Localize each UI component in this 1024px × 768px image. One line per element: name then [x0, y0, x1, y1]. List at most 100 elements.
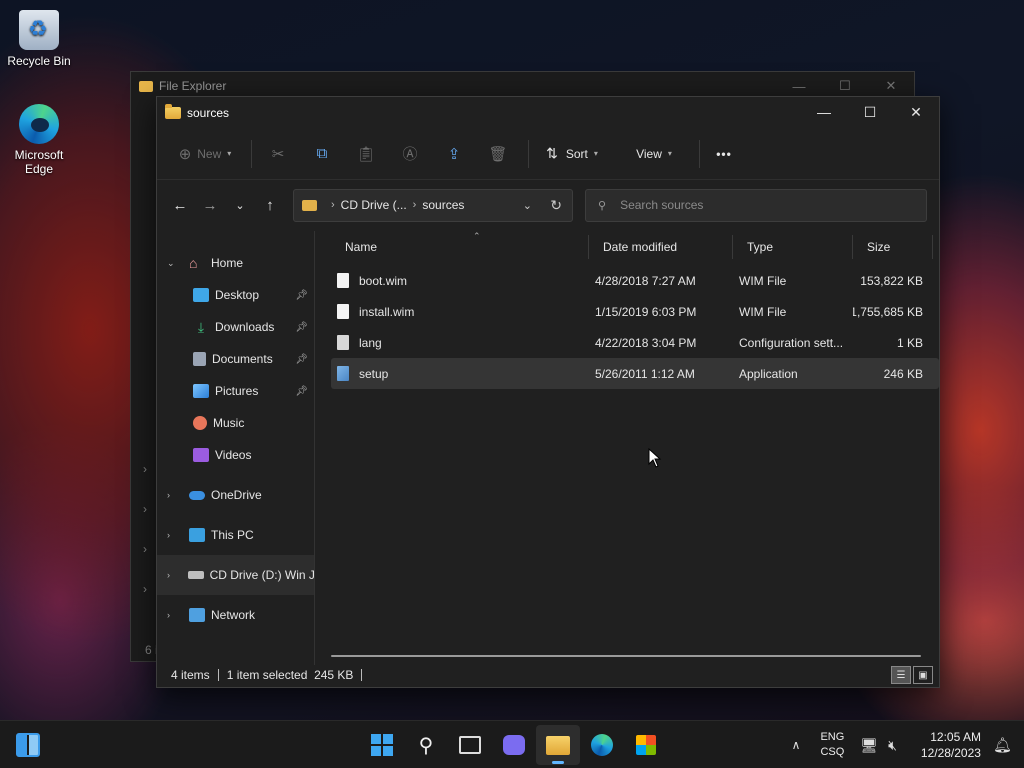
taskbar-search-button[interactable]: ⚲	[404, 725, 448, 765]
tiles-view-button[interactable]: ▣	[913, 666, 933, 684]
desktop-icon-recycle-bin[interactable]: Recycle Bin	[4, 10, 74, 68]
breadcrumb-cd-drive[interactable]: CD Drive (...	[341, 198, 407, 212]
document-icon	[193, 352, 206, 366]
nav-item-desktop[interactable]: Desktop 📌︎	[157, 279, 314, 311]
file-explorer-window[interactable]: sources — ☐ ✕ ⊕ New ▾ ✂ ⧉ 📋︎ Ⓐ ⇪ 🗑︎ ⇅ So…	[156, 96, 940, 688]
file-explorer-taskbar-button[interactable]	[536, 725, 580, 765]
address-bar[interactable]: › CD Drive (... › sources ⌄ ↻	[293, 188, 573, 222]
back-button[interactable]: ←	[165, 190, 195, 220]
column-header-date-modified[interactable]: Date modified	[589, 231, 733, 263]
item-count: 4 items	[171, 668, 210, 682]
up-button[interactable]: ↑	[255, 190, 285, 220]
column-label: Name	[345, 240, 378, 254]
delete-button[interactable]: 🗑︎	[478, 138, 518, 170]
chevron-right-icon[interactable]: ›	[167, 490, 183, 500]
file-name: lang	[359, 335, 382, 350]
forward-button[interactable]: →	[195, 190, 225, 220]
copy-button[interactable]: ⧉	[302, 138, 342, 170]
file-row-install-wim[interactable]: install.wim 1/15/2019 6:03 PM WIM File 1…	[331, 296, 939, 327]
trash-icon: 🗑︎	[488, 145, 508, 163]
chevron-right-icon[interactable]: ›	[167, 610, 183, 620]
nav-item-downloads[interactable]: ⤓ Downloads 📌︎	[157, 311, 314, 343]
search-box[interactable]: ⚲	[585, 188, 927, 222]
chevron-down-icon: ⌄	[235, 199, 245, 212]
pin-icon: 📌︎	[295, 385, 308, 397]
nav-item-network[interactable]: › Network	[157, 595, 314, 635]
nav-item-documents[interactable]: Documents 📌︎	[157, 343, 314, 375]
column-header-size[interactable]: Size	[853, 231, 933, 263]
share-button[interactable]: ⇪	[434, 138, 474, 170]
nav-item-music[interactable]: Music	[157, 407, 314, 439]
column-header-type[interactable]: Type	[733, 231, 853, 263]
search-input[interactable]	[620, 198, 911, 212]
file-row-lang[interactable]: lang 4/22/2018 3:04 PM Configuration set…	[331, 327, 939, 358]
nav-item-pictures[interactable]: Pictures 📌︎	[157, 375, 314, 407]
file-date: 4/22/2018 3:04 PM	[595, 335, 697, 350]
close-button[interactable]: ✕	[893, 97, 939, 127]
nav-item-label: Music	[213, 416, 245, 430]
download-icon: ⤓	[197, 319, 205, 335]
pictures-icon	[193, 384, 209, 398]
status-divider	[361, 669, 363, 681]
nav-item-videos[interactable]: Videos	[157, 439, 314, 471]
sort-button[interactable]: ⇅ Sort ▾	[535, 138, 609, 170]
notification-icon[interactable]: 🔔︎	[993, 736, 1012, 754]
chevron-down-icon[interactable]: ⌄	[167, 258, 183, 269]
breadcrumb-sources[interactable]: sources	[422, 198, 464, 212]
store-taskbar-button[interactable]	[624, 725, 668, 765]
nav-item-label: Pictures	[215, 384, 259, 398]
task-view-button[interactable]	[448, 725, 492, 765]
new-button[interactable]: ⊕ New ▾	[169, 138, 241, 170]
recent-locations-button[interactable]: ⌄	[225, 190, 255, 220]
chat-button[interactable]	[492, 725, 536, 765]
file-row-boot-wim[interactable]: boot.wim 4/28/2018 7:27 AM WIM File 153,…	[331, 265, 939, 296]
nav-item-label: Downloads	[215, 320, 275, 334]
music-icon	[193, 416, 207, 430]
window-titlebar[interactable]: sources — ☐ ✕	[157, 97, 939, 128]
details-view-button[interactable]: ☰	[891, 666, 911, 684]
store-icon	[636, 735, 656, 755]
paste-button[interactable]: 📋︎	[346, 138, 386, 170]
cut-button[interactable]: ✂	[258, 138, 298, 170]
toolbar-divider	[528, 139, 529, 168]
rename-button[interactable]: Ⓐ	[390, 138, 430, 170]
network-icon[interactable]: 🖥︎	[860, 737, 878, 754]
command-bar: ⊕ New ▾ ✂ ⧉ 📋︎ Ⓐ ⇪ 🗑︎ ⇅ Sort ▾ View ▾ ••…	[157, 128, 939, 180]
more-options-button[interactable]: •••	[706, 138, 742, 170]
start-button[interactable]	[360, 725, 404, 765]
edge-taskbar-button[interactable]	[580, 725, 624, 765]
video-icon	[193, 448, 209, 462]
minimize-button[interactable]: —	[801, 97, 847, 127]
computer-icon	[189, 528, 205, 542]
chevron-down-icon[interactable]: ⌄	[523, 199, 532, 212]
arrow-right-icon: →	[202, 196, 218, 214]
horizontal-scrollbar[interactable]	[331, 655, 921, 657]
nav-item-home[interactable]: ⌄ ⌂ Home	[157, 247, 314, 279]
status-divider	[217, 669, 219, 681]
volume-muted-icon[interactable]: 🔇︎	[888, 737, 897, 754]
widgets-icon[interactable]	[16, 733, 40, 757]
column-label: Size	[867, 240, 891, 254]
view-button[interactable]: View ▾	[619, 138, 689, 170]
maximize-button[interactable]: ☐	[847, 97, 893, 127]
chevron-right-icon[interactable]: ›	[167, 530, 183, 540]
nav-item-this-pc[interactable]: › This PC	[157, 515, 314, 555]
edge-icon	[591, 734, 613, 756]
show-hidden-icons-button[interactable]: ∧	[792, 738, 801, 752]
input-language-indicator[interactable]: ENG CSQ	[820, 730, 844, 760]
file-row-setup[interactable]: setup 5/26/2011 1:12 AM Application 246 …	[331, 358, 939, 389]
scissors-icon: ✂	[271, 145, 285, 163]
refresh-icon[interactable]: ↻	[550, 197, 562, 214]
nav-item-cd-drive[interactable]: › CD Drive (D:) Win JG	[157, 555, 314, 595]
desktop-icon-microsoft-edge[interactable]: Microsoft Edge	[4, 104, 74, 176]
column-header-name[interactable]: Name	[331, 231, 589, 263]
clock-date: 12/28/2023	[920, 746, 981, 760]
folder-icon	[139, 80, 153, 92]
file-type: Application	[739, 366, 798, 381]
chevron-right-icon[interactable]: ›	[167, 570, 182, 580]
file-name: boot.wim	[359, 273, 408, 288]
nav-item-label: Videos	[215, 448, 252, 462]
clock[interactable]: 12:05 AM 12/28/2023	[921, 729, 981, 761]
chevron-right-icon: ›	[143, 502, 147, 516]
nav-item-onedrive[interactable]: › OneDrive	[157, 475, 314, 515]
